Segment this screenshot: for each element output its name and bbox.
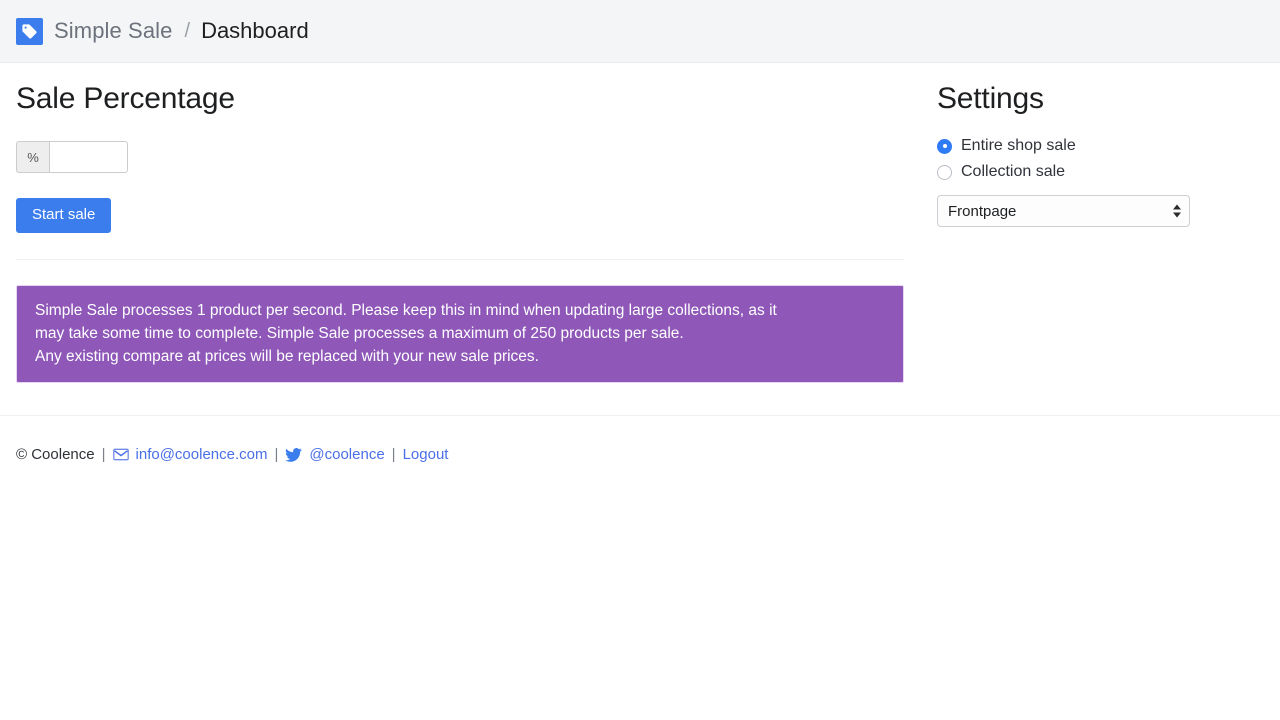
settings-panel: Settings Entire shop sale Collection sal… xyxy=(904,63,1244,227)
percentage-input-group: % xyxy=(16,141,128,173)
breadcrumb-separator: / xyxy=(185,20,191,43)
start-sale-button[interactable]: Start sale xyxy=(16,198,111,233)
footer-separator-3: | xyxy=(392,446,396,463)
breadcrumb-current-page: Dashboard xyxy=(201,18,309,44)
email-link[interactable]: info@coolence.com xyxy=(136,446,268,463)
alert-line-1: Simple Sale processes 1 product per seco… xyxy=(35,299,885,322)
page-body: Sale Percentage % Start sale Simple Sale… xyxy=(0,63,1280,383)
radio-selected-icon[interactable] xyxy=(937,139,952,154)
percent-symbol-addon: % xyxy=(16,141,49,173)
content-columns: Sale Percentage % Start sale Simple Sale… xyxy=(16,63,1264,383)
footer-separator-1: | xyxy=(102,446,106,463)
radio-unselected-icon[interactable] xyxy=(937,165,952,180)
footer-divider xyxy=(0,415,1280,416)
envelope-icon xyxy=(113,448,129,461)
twitter-link[interactable]: @coolence xyxy=(309,446,384,463)
email-link-group[interactable]: info@coolence.com xyxy=(113,446,268,463)
info-alert: Simple Sale processes 1 product per seco… xyxy=(16,285,904,383)
brand-name: Simple Sale xyxy=(54,18,173,44)
logout-link[interactable]: Logout xyxy=(403,446,449,463)
alert-line-2: may take some time to complete. Simple S… xyxy=(35,322,885,345)
price-tag-icon xyxy=(16,18,43,45)
top-navbar: Simple Sale / Dashboard xyxy=(0,0,1280,63)
radio-label-entire-shop: Entire shop sale xyxy=(961,137,1076,155)
copyright-text: © Coolence xyxy=(16,446,95,463)
footer-separator-2: | xyxy=(274,446,278,463)
alert-line-3: Any existing compare at prices will be r… xyxy=(35,345,885,368)
twitter-bird-icon xyxy=(285,448,302,462)
brand-home-link[interactable]: Simple Sale xyxy=(16,18,173,45)
radio-label-collection: Collection sale xyxy=(961,163,1065,181)
radio-entire-shop-sale[interactable]: Entire shop sale xyxy=(937,137,1244,155)
collection-select-wrapper[interactable]: Frontpage xyxy=(937,195,1190,227)
content-divider xyxy=(16,259,904,260)
page-title: Sale Percentage xyxy=(16,63,904,116)
sale-percentage-panel: Sale Percentage % Start sale Simple Sale… xyxy=(16,63,904,383)
settings-title: Settings xyxy=(937,63,1244,116)
radio-collection-sale[interactable]: Collection sale xyxy=(937,163,1244,181)
collection-select[interactable]: Frontpage xyxy=(937,195,1190,227)
page-footer: © Coolence | info@coolence.com | @coolen… xyxy=(16,446,448,463)
sale-percentage-input[interactable] xyxy=(49,141,128,173)
twitter-link-group[interactable]: @coolence xyxy=(285,446,384,463)
